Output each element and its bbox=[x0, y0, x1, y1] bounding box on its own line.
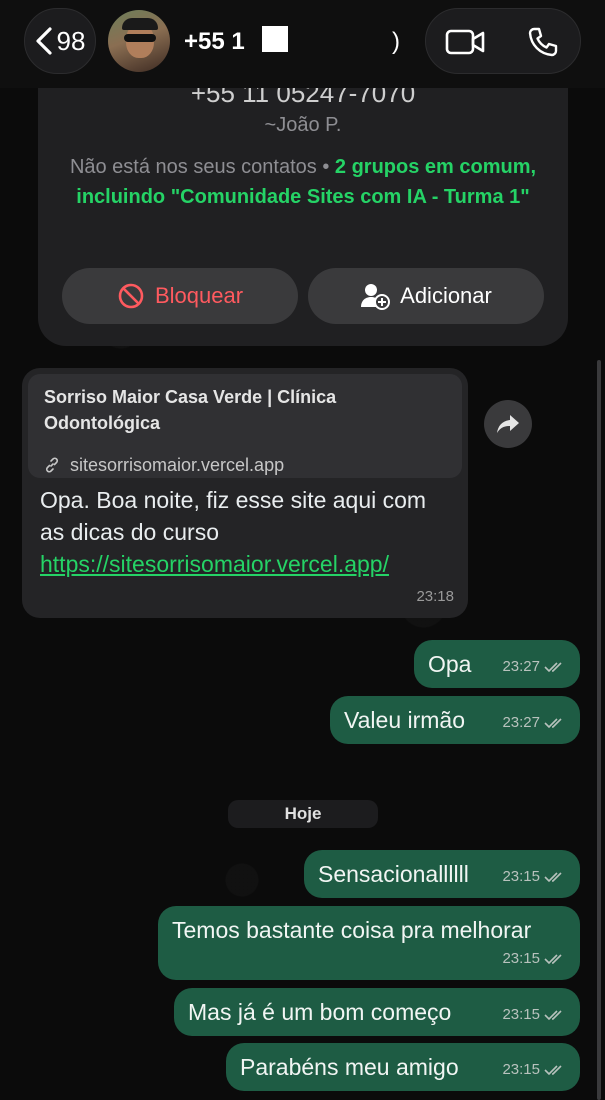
video-call-button[interactable] bbox=[426, 9, 504, 75]
not-in-contacts-text: Não está nos seus contatos bbox=[69, 156, 317, 178]
message-time: 23:15 bbox=[502, 1000, 566, 1030]
double-check-icon bbox=[544, 718, 562, 729]
outgoing-message[interactable]: Temos bastante coisa pra melhorar 23:15 bbox=[158, 906, 580, 980]
message-text: Valeu irmão bbox=[344, 707, 466, 733]
add-contact-button[interactable]: Adicionar bbox=[308, 268, 544, 324]
double-check-icon bbox=[544, 954, 562, 965]
link-preview-title: Sorriso Maior Casa Verde | Clínica Odont… bbox=[44, 387, 337, 433]
outgoing-message[interactable]: Sensacionallllll 23:15 bbox=[304, 850, 580, 898]
add-label: Adicionar bbox=[400, 283, 492, 308]
call-actions bbox=[425, 8, 581, 74]
block-button[interactable]: Bloquear bbox=[62, 268, 298, 324]
double-check-icon bbox=[544, 662, 562, 673]
message-text: Sensacionallllll bbox=[318, 861, 469, 887]
double-check-icon bbox=[544, 1010, 562, 1021]
add-person-icon bbox=[361, 284, 391, 310]
separator: • bbox=[322, 156, 330, 178]
contact-name[interactable]: +55 1 bbox=[184, 28, 245, 56]
link-preview[interactable]: Sorriso Maior Casa Verde | Clínica Odont… bbox=[28, 374, 462, 478]
double-check-icon bbox=[544, 872, 562, 883]
message-text: Parabéns meu amigo bbox=[240, 1054, 459, 1080]
incoming-message-link[interactable]: Sorriso Maior Casa Verde | Clínica Odont… bbox=[22, 368, 468, 618]
forward-button[interactable] bbox=[484, 400, 532, 448]
message-time: 23:15 bbox=[502, 1055, 566, 1085]
phone-icon bbox=[528, 27, 558, 57]
link-icon bbox=[45, 457, 59, 473]
message-time: 23:27 bbox=[502, 652, 566, 682]
outgoing-message[interactable]: Valeu irmão 23:27 bbox=[330, 696, 580, 744]
message-text: Mas já é um bom começo bbox=[188, 999, 452, 1025]
message-time: 23:15 bbox=[502, 944, 566, 974]
double-check-icon bbox=[544, 1065, 562, 1076]
back-button[interactable]: 98 bbox=[24, 8, 96, 74]
message-link[interactable]: https://sitesorrisomaior.vercel.app/ bbox=[40, 551, 389, 577]
contact-alias: ~João P. bbox=[264, 114, 342, 136]
message-text: Temos bastante coisa pra melhorar bbox=[172, 917, 532, 943]
message-text: Opa bbox=[428, 651, 472, 677]
message-time: 23:18 bbox=[416, 588, 454, 605]
message-time: 23:27 bbox=[502, 708, 566, 738]
message-text: Opa. Boa noite, fiz esse site aqui com a… bbox=[40, 487, 427, 545]
block-label: Bloquear bbox=[154, 283, 244, 308]
date-separator: Hoje bbox=[228, 800, 378, 828]
scrollbar[interactable] bbox=[597, 360, 601, 1100]
outgoing-message[interactable]: Mas já é um bom começo 23:15 bbox=[174, 988, 580, 1036]
link-preview-url: sitesorrisomaior.vercel.app bbox=[44, 450, 284, 480]
contact-name-tail: ) bbox=[392, 28, 400, 55]
message-time: 23:15 bbox=[502, 862, 566, 892]
chat-header: 98 +55 1 ) bbox=[0, 0, 605, 88]
avatar[interactable] bbox=[108, 10, 170, 72]
outgoing-message[interactable]: Opa 23:27 bbox=[414, 640, 580, 688]
voice-call-button[interactable] bbox=[504, 9, 582, 75]
block-icon bbox=[118, 283, 144, 309]
outgoing-message[interactable]: Parabéns meu amigo 23:15 bbox=[226, 1043, 580, 1091]
message-body: Opa. Boa noite, fiz esse site aqui com a… bbox=[40, 484, 454, 580]
forward-arrow-icon bbox=[497, 415, 519, 433]
chevron-left-icon bbox=[35, 27, 52, 55]
unread-count: 98 bbox=[56, 25, 86, 56]
video-camera-icon bbox=[445, 29, 485, 55]
link-preview-domain: sitesorrisomaior.vercel.app bbox=[70, 455, 285, 475]
redaction-block bbox=[262, 26, 288, 52]
contact-context: Não está nos seus contatos • 2 grupos em… bbox=[56, 152, 550, 212]
